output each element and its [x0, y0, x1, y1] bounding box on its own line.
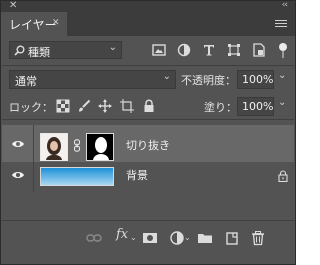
- lock-pixels-brush-icon[interactable]: [77, 99, 91, 113]
- opacity-input[interactable]: 100%: [237, 70, 274, 89]
- background-thumbnail[interactable]: [40, 167, 114, 186]
- layer-name[interactable]: 切り抜き: [126, 137, 170, 153]
- chevron-down-icon: ⌄: [130, 233, 137, 242]
- type-filter-icon[interactable]: [202, 43, 216, 57]
- shape-filter-icon[interactable]: [227, 43, 241, 57]
- layer-thumbnail[interactable]: [40, 133, 68, 161]
- opacity-value: 100%: [242, 73, 274, 86]
- portrait-thumbnail-image: [41, 134, 67, 160]
- mask-link-icon[interactable]: [73, 139, 81, 152]
- image-filter-icon[interactable]: [152, 43, 166, 57]
- blend-mode-value: 通常: [15, 75, 37, 88]
- lock-label: ロック：: [9, 101, 53, 114]
- smart-object-filter-icon[interactable]: [252, 43, 266, 57]
- add-mask-icon[interactable]: [142, 230, 158, 246]
- filter-toggle[interactable]: [279, 43, 287, 59]
- divider: [2, 65, 294, 66]
- tab-layers[interactable]: レイヤー ✕: [1, 12, 67, 36]
- fill-label: 塗り：: [204, 101, 237, 114]
- tab-layers-label: レイヤー: [9, 18, 57, 32]
- close-panel-icon[interactable]: ✕: [9, 0, 17, 11]
- panel-title-bar: ✕ ‹‹: [1, 0, 295, 12]
- panel-menu-icon[interactable]: [275, 20, 287, 29]
- new-group-icon[interactable]: [197, 230, 213, 246]
- layer-list: 切り抜き 背景: [2, 120, 294, 220]
- row-divider: [33, 125, 34, 162]
- filter-kind-label: 種類: [28, 46, 50, 59]
- blend-mode-select[interactable]: 通常 ⌄: [9, 70, 176, 89]
- opacity-label: 不透明度：: [181, 74, 236, 87]
- fill-input[interactable]: 100%: [237, 97, 274, 116]
- search-icon: [14, 45, 25, 56]
- row-divider: [33, 162, 34, 192]
- lock-transparency-icon[interactable]: [56, 99, 70, 113]
- filter-kind-select[interactable]: 種類 ⌄: [9, 41, 122, 59]
- layers-panel: ✕ ‹‹ レイヤー ✕ 種類 ⌄ 通常 ⌄ 不透明度： 100% ⌄ ロック： …: [0, 0, 296, 265]
- lock-icon[interactable]: [278, 170, 288, 182]
- fill-value: 100%: [242, 100, 274, 113]
- lock-artboard-icon[interactable]: [120, 99, 134, 113]
- opacity-chevron-icon[interactable]: ⌄: [278, 70, 286, 81]
- adjustment-layer-icon[interactable]: [169, 230, 185, 246]
- mask-silhouette-image: [87, 134, 113, 160]
- eye-icon[interactable]: [11, 139, 25, 149]
- chevron-down-icon: ⌄: [108, 42, 117, 53]
- fx-icon[interactable]: fx: [116, 227, 128, 242]
- chevron-down-icon: ⌄: [184, 233, 191, 242]
- lock-all-icon[interactable]: [142, 99, 156, 113]
- layer-name[interactable]: 背景: [126, 167, 148, 183]
- lock-position-move-icon[interactable]: [98, 99, 112, 113]
- link-layers-icon[interactable]: [86, 230, 102, 246]
- layer-row[interactable]: 切り抜き: [2, 125, 294, 162]
- panel-tab-row: レイヤー ✕: [1, 12, 295, 36]
- collapse-panel-icon[interactable]: ‹‹: [282, 0, 288, 11]
- adjustment-filter-icon[interactable]: [177, 43, 191, 57]
- tab-close-icon[interactable]: ✕: [52, 18, 60, 28]
- eye-icon[interactable]: [11, 170, 25, 180]
- chevron-down-icon: ⌄: [162, 71, 171, 82]
- fill-chevron-icon[interactable]: ⌄: [278, 97, 286, 108]
- new-layer-icon[interactable]: [224, 230, 240, 246]
- layer-mask-thumbnail[interactable]: [86, 133, 114, 161]
- divider: [2, 220, 294, 221]
- delete-layer-icon[interactable]: [250, 230, 266, 246]
